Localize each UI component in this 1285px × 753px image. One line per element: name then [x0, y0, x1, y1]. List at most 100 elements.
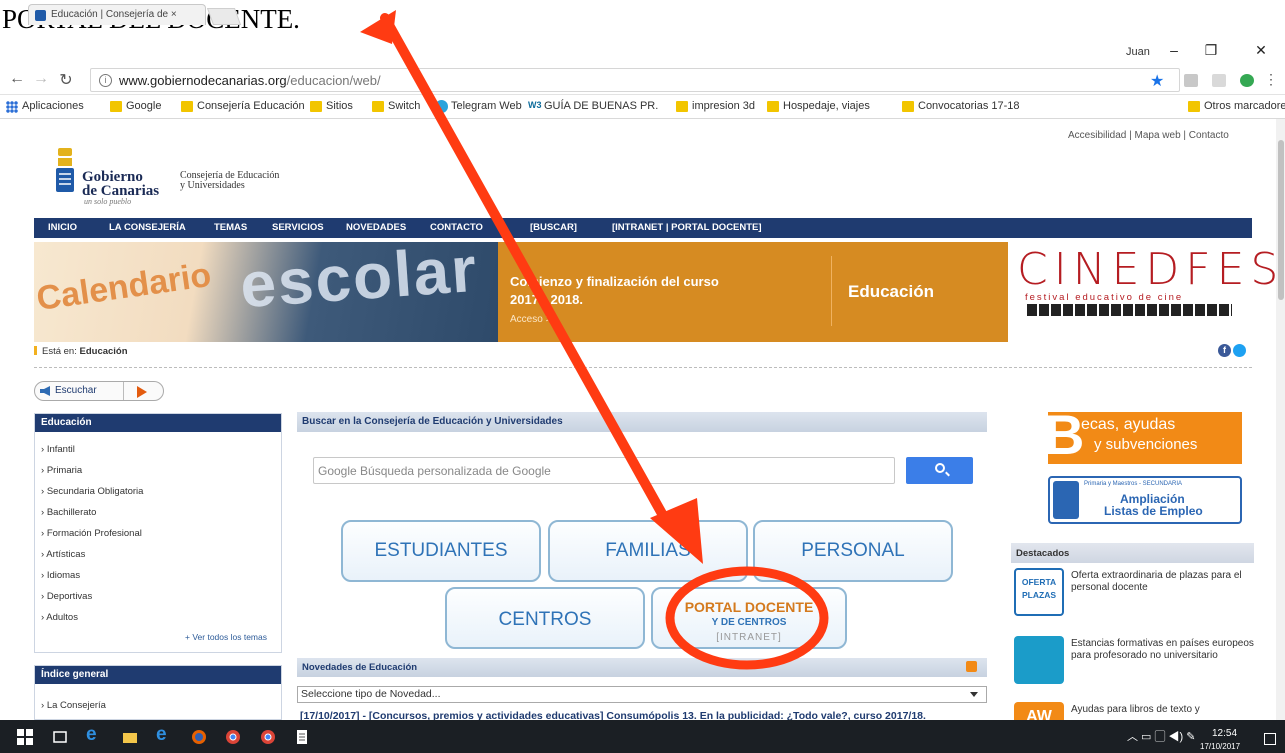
portal-docente-title: PORTAL DOCENTE — [684, 599, 814, 615]
folder-icon — [310, 101, 322, 112]
portal-docente-button[interactable]: PORTAL DOCENTE Y DE CENTROS [INTRANET] — [651, 587, 847, 649]
nav-la-consejeria[interactable]: LA CONSEJERÍA — [109, 222, 186, 233]
nav-temas[interactable]: TEMAS — [214, 222, 247, 233]
menu-la-consejeria[interactable]: › La Consejería — [41, 700, 106, 711]
nav-inicio[interactable]: INICIO — [48, 222, 77, 233]
destacado-ayudas[interactable]: AW Ayudas para libros de texto y — [1011, 702, 1254, 720]
twitter-icon[interactable] — [1233, 344, 1246, 357]
menu-more-link[interactable]: + Ver todos los temas — [185, 632, 267, 642]
top-links[interactable]: Accesibilidad | Mapa web | Contacto — [1068, 130, 1229, 141]
edge-icon[interactable]: e — [86, 724, 102, 745]
minimize-button[interactable]: – — [1159, 42, 1189, 58]
becas-line1: ecas, ayudas — [1081, 416, 1176, 433]
notification-icon[interactable] — [1264, 733, 1276, 745]
bookmark-impresion[interactable]: impresion 3d — [676, 100, 755, 116]
menu-infantil[interactable]: › Infantil — [41, 444, 75, 455]
bookmark-consejeria[interactable]: Consejería Educación — [181, 100, 305, 116]
folder-icon — [767, 101, 779, 112]
menu-bachillerato[interactable]: › Bachillerato — [41, 507, 96, 518]
menu-adultos[interactable]: › Adultos — [41, 612, 78, 623]
house-icon — [1014, 636, 1064, 684]
education-menu-title: Educación — [35, 414, 281, 432]
browser-tab[interactable]: Educación | Consejería de × — [28, 4, 206, 25]
news-type-selected: Seleccione tipo de Novedad... — [301, 688, 441, 700]
menu-deportivas[interactable]: › Deportivas — [41, 591, 92, 602]
divider — [34, 367, 1252, 368]
file-explorer-icon[interactable] — [122, 729, 138, 745]
chrome-icon[interactable] — [225, 729, 241, 745]
banner-curso[interactable]: Comienzo y finalización del curso 2017 -… — [498, 242, 1008, 342]
film-strip-icon — [1027, 304, 1232, 316]
nav-buscar[interactable]: [BUSCAR] — [530, 222, 577, 233]
ampliacion-listas-banner[interactable]: Primaria y Maestros - SECUNDARIA Ampliac… — [1048, 476, 1242, 524]
browser-tab-strip — [0, 40, 1285, 65]
tray-icons[interactable]: ︿ ▭ ▢ ◀) ✎ — [1127, 728, 1196, 744]
document-icon[interactable] — [294, 729, 310, 745]
cinedfest-banner[interactable]: CINEDFEST festival educativo de cine — [1015, 244, 1285, 338]
index-menu: Índice general › La Consejería — [34, 665, 282, 720]
news-type-select[interactable]: Seleccione tipo de Novedad... — [297, 686, 987, 703]
menu-formacion-profesional[interactable]: › Formación Profesional — [41, 528, 142, 539]
internet-explorer-icon[interactable]: e — [156, 724, 172, 745]
profile-name[interactable]: Juan — [1126, 46, 1150, 58]
new-tab-button[interactable] — [206, 8, 242, 25]
breadcrumb: Está en: Educación — [34, 346, 128, 357]
clock-time[interactable]: 12:54 — [1212, 728, 1237, 739]
search-button[interactable] — [906, 457, 973, 484]
bookmark-convocatorias[interactable]: Convocatorias 17-18 — [902, 100, 1020, 116]
search-input[interactable]: Google Búsqueda personalizada de Google — [313, 457, 895, 484]
centros-button[interactable]: CENTROS — [445, 587, 645, 649]
becas-banner[interactable]: B ecas, ayudas y subvenciones — [1044, 403, 1242, 466]
banner-access-link[interactable]: Acceso >> — [510, 314, 557, 325]
forward-arrow-icon[interactable]: → — [30, 70, 52, 88]
chrome-alt-icon[interactable] — [260, 729, 276, 745]
clock-date[interactable]: 17/10/2017 — [1200, 742, 1240, 751]
bookmark-sitios[interactable]: Sitios — [310, 100, 353, 116]
estudiantes-button[interactable]: ESTUDIANTES — [341, 520, 541, 582]
portal-docente-intranet: [INTRANET] — [716, 632, 782, 643]
bookmark-switch[interactable]: Switch — [372, 100, 420, 116]
search-section-header: Buscar en la Consejería de Educación y U… — [297, 412, 987, 432]
familias-button[interactable]: FAMILIAS — [548, 520, 748, 582]
facebook-icon[interactable]: f — [1218, 344, 1231, 357]
nav-servicios[interactable]: SERVICIOS — [272, 222, 324, 233]
firefox-icon[interactable] — [191, 729, 207, 745]
menu-artisticas[interactable]: › Artísticas — [41, 549, 85, 560]
banner-separator — [831, 256, 832, 326]
cast-icon[interactable] — [1212, 74, 1226, 87]
oferta-plazas-icon: OFERTA PLAZAS — [1014, 568, 1064, 616]
destacado-oferta[interactable]: OFERTA PLAZAS Oferta extraordinaria de pl… — [1011, 568, 1254, 620]
task-view-icon[interactable] — [52, 729, 68, 745]
news-title: Novedades de Educación — [302, 662, 418, 673]
menu-primaria[interactable]: › Primaria — [41, 465, 82, 476]
address-host: www.gobiernodecanarias.org — [119, 73, 287, 88]
bookmark-other[interactable]: Otros marcadores — [1188, 100, 1285, 116]
logo-department-line2: y Universidades — [180, 180, 245, 191]
windows-start-icon[interactable] — [17, 729, 33, 745]
bookmark-hospedaje[interactable]: Hospedaje, viajes — [767, 100, 870, 116]
bookmark-telegram[interactable]: Telegram Web — [435, 100, 522, 116]
bookmark-apps[interactable]: Aplicaciones — [6, 100, 84, 116]
personal-button[interactable]: PERSONAL — [753, 520, 953, 582]
bookmark-google[interactable]: Google — [110, 100, 161, 116]
maximize-button[interactable]: ❐ — [1196, 42, 1226, 59]
listen-button[interactable]: Escuchar — [34, 381, 164, 401]
menu-secundaria[interactable]: › Secundaria Obligatoria — [41, 486, 143, 497]
menu-idiomas[interactable]: › Idiomas — [41, 570, 80, 581]
bookmark-star-icon[interactable]: ★ — [1150, 71, 1164, 91]
bookmark-guia[interactable]: W3 GUÍA DE BUENAS PR. — [528, 100, 658, 116]
nav-intranet-portal-docente[interactable]: [INTRANET | PORTAL DOCENTE] — [612, 222, 762, 233]
rss-icon[interactable] — [966, 661, 977, 672]
destacado-estancias[interactable]: Estancias formativas en países europeos … — [1011, 636, 1254, 688]
address-bar[interactable]: i www.gobiernodecanarias.org/educacion/w… — [90, 68, 1180, 92]
reload-icon[interactable]: ↻ — [55, 70, 77, 90]
menu-kebab-icon[interactable]: ⋮ — [1264, 71, 1278, 88]
becas-initial: B — [1044, 403, 1085, 466]
back-arrow-icon[interactable]: ← — [6, 70, 28, 88]
close-window-button[interactable]: ✕ — [1246, 42, 1276, 59]
nav-novedades[interactable]: NOVEDADES — [346, 222, 406, 233]
extension-green-icon[interactable] — [1240, 74, 1254, 87]
play-icon[interactable] — [137, 386, 147, 398]
extension-icon[interactable] — [1184, 74, 1198, 87]
info-icon[interactable]: i — [99, 74, 112, 87]
